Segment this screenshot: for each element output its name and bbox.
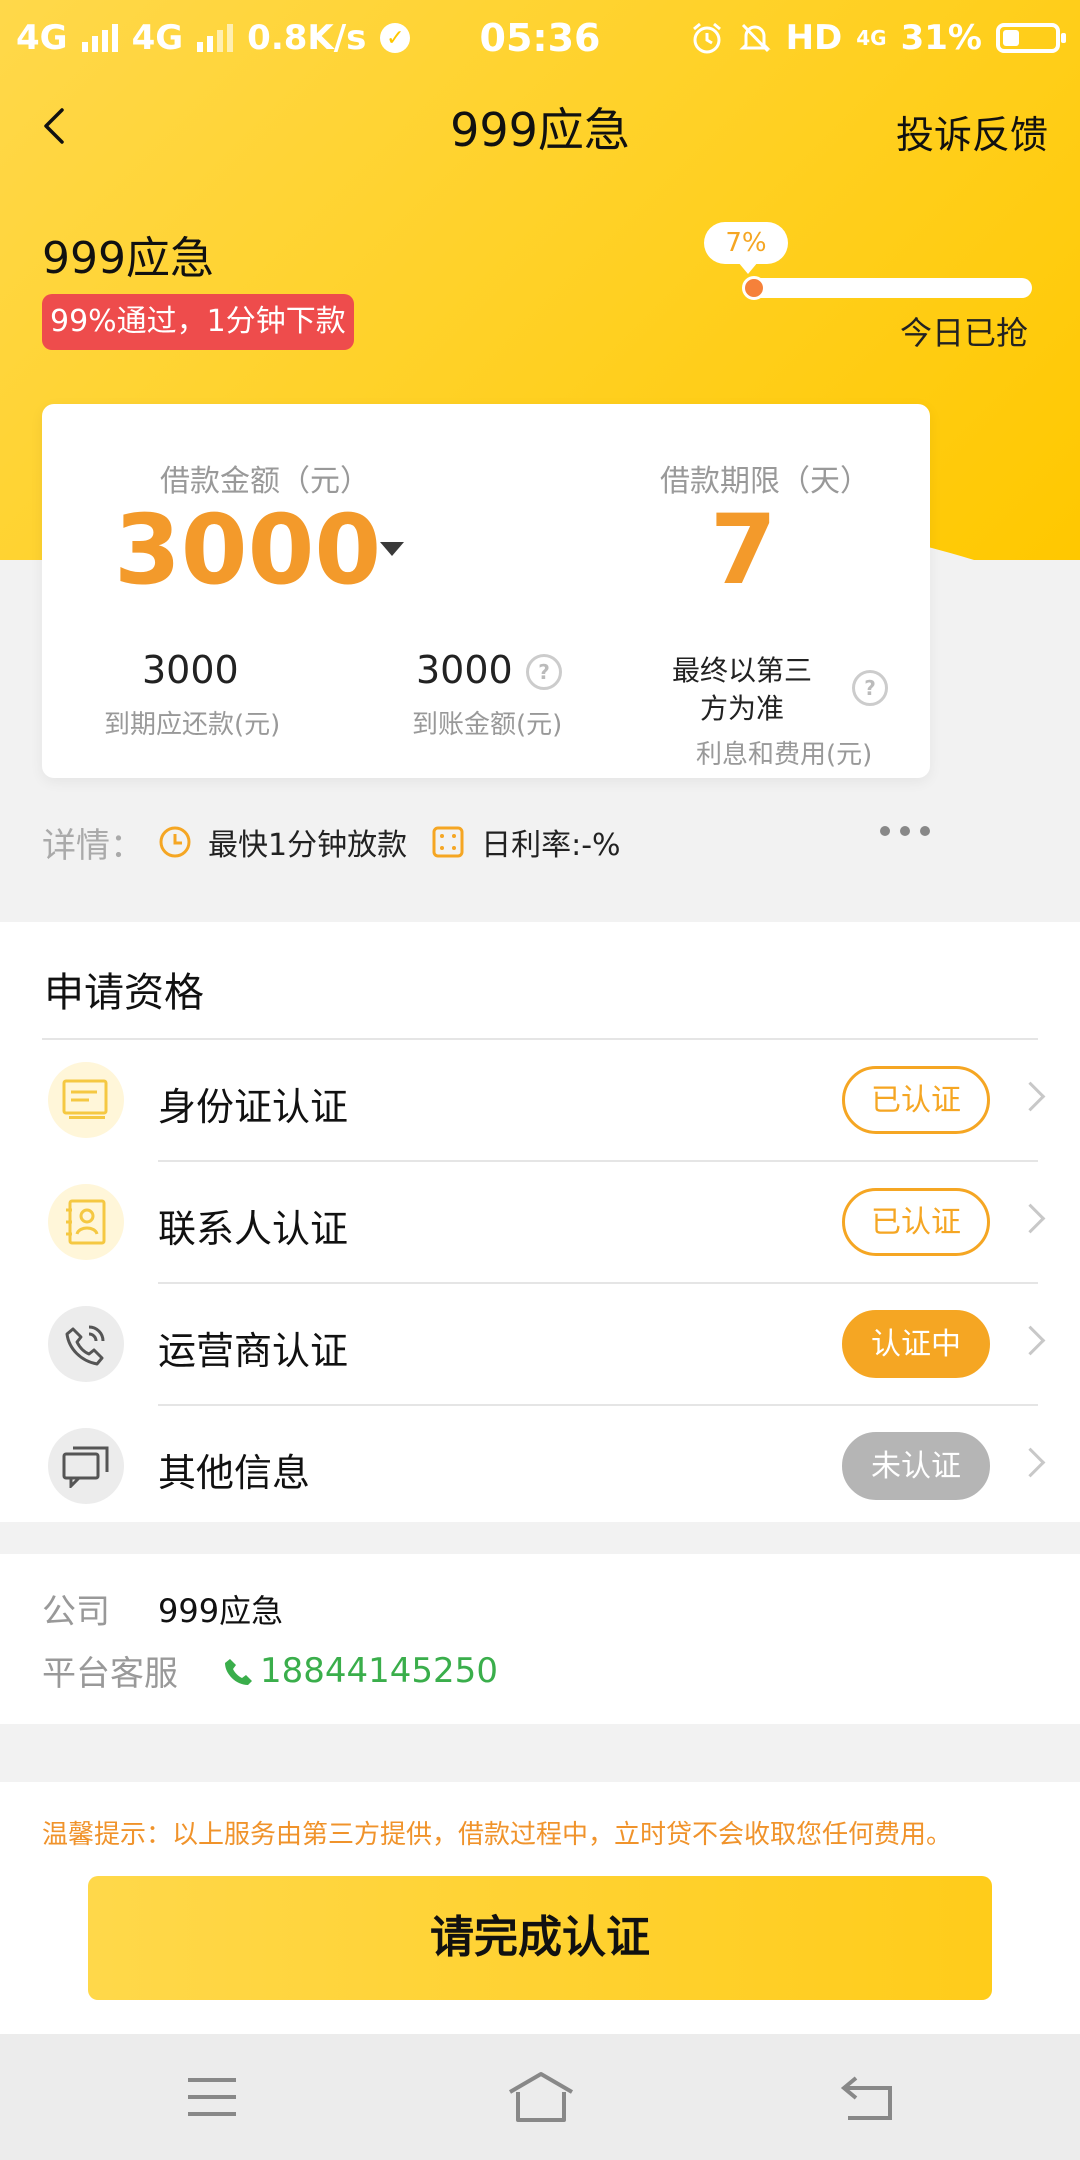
details-label: 详情： bbox=[42, 825, 144, 866]
service-row: 平台客服 18844145250 bbox=[42, 1646, 498, 1695]
qual-label: 联系人认证 bbox=[158, 1207, 349, 1251]
status-badge-verified: 已认证 bbox=[842, 1066, 990, 1134]
battery-icon bbox=[996, 23, 1066, 53]
qualification-title: 申请资格 bbox=[44, 970, 204, 1016]
daily-rate-item: 日利率:-% bbox=[431, 820, 621, 864]
received-help-icon[interactable]: ? bbox=[526, 654, 562, 690]
qual-row-id-card[interactable]: 身份证认证 已认证 bbox=[0, 1040, 1080, 1162]
home-icon[interactable] bbox=[506, 2070, 576, 2124]
nav-bar: 999应急 投诉反馈 bbox=[0, 76, 1080, 180]
qualification-section: 申请资格 身份证认证 已认证 联系人认证 已认证 运营商认证 认证中 其他信息 … bbox=[0, 922, 1080, 1522]
status-badge-verifying: 认证中 bbox=[842, 1310, 990, 1378]
fee-note: 最终以第三方为准 bbox=[671, 654, 812, 725]
product-name: 999应急 bbox=[42, 233, 214, 284]
status-right: HD 4G 31% bbox=[690, 18, 1066, 58]
chevron-right-icon bbox=[1015, 1081, 1046, 1112]
company-info-section: 公司 999应急 平台客服 18844145250 bbox=[0, 1554, 1080, 1724]
progress-percent-bubble: 7% bbox=[704, 222, 788, 274]
loan-summary-card: 借款金额（元） 3000 借款期限（天） 7 3000 到期应还款(元) 300… bbox=[42, 404, 930, 778]
repay-amount-value: 3000 bbox=[142, 648, 239, 692]
loan-term-value: 7 bbox=[710, 494, 777, 606]
progress-caption: 今日已抢 bbox=[899, 314, 1028, 352]
id-card-icon bbox=[48, 1062, 124, 1138]
qual-label: 其他信息 bbox=[158, 1451, 311, 1495]
status-bar: 4G 4G 0.8K/s ✓ 05:36 HD 4G 31% bbox=[0, 0, 1080, 76]
grab-progress-bar bbox=[742, 276, 1032, 300]
fee-label: 利息和费用(元) bbox=[696, 740, 873, 770]
company-label: 公司 bbox=[42, 1592, 110, 1632]
progress-dot bbox=[742, 276, 766, 300]
received-amount-value: 3000 bbox=[416, 648, 513, 692]
phone-call-icon bbox=[225, 1658, 252, 1685]
network-type-3: 4G bbox=[856, 26, 887, 50]
service-phone-link[interactable]: 18844145250 bbox=[224, 1651, 498, 1691]
service-phone-number: 18844145250 bbox=[260, 1650, 498, 1691]
received-amount-label: 到账金额(元) bbox=[412, 710, 563, 740]
menu-icon[interactable] bbox=[182, 2070, 242, 2124]
clock-icon bbox=[159, 826, 191, 858]
qual-row-other[interactable]: 其他信息 未认证 bbox=[0, 1406, 1080, 1528]
qual-row-contacts[interactable]: 联系人认证 已认证 bbox=[0, 1162, 1080, 1284]
hd-indicator: HD bbox=[785, 18, 843, 58]
status-badge-verified: 已认证 bbox=[842, 1188, 990, 1256]
fast-loan-text: 最快1分钟放款 bbox=[208, 828, 408, 863]
back-nav-icon[interactable] bbox=[838, 2070, 898, 2124]
complaint-feedback-link[interactable]: 投诉反馈 bbox=[896, 104, 1048, 159]
qual-label: 身份证认证 bbox=[158, 1085, 349, 1129]
repay-amount-label: 到期应还款(元) bbox=[104, 710, 281, 740]
status-badge-unverified: 未认证 bbox=[842, 1432, 990, 1500]
chat-icon bbox=[48, 1428, 124, 1504]
warm-tip: 温馨提示：以上服务由第三方提供，借款过程中，立时贷不会收取您任何费用。 bbox=[42, 1820, 953, 1850]
qual-row-carrier[interactable]: 运营商认证 认证中 bbox=[0, 1284, 1080, 1406]
chevron-right-icon bbox=[1015, 1325, 1046, 1356]
complete-verification-button[interactable]: 请完成认证 bbox=[88, 1876, 992, 2000]
alarm-icon bbox=[692, 22, 721, 54]
chevron-right-icon bbox=[1015, 1203, 1046, 1234]
contact-card-icon bbox=[48, 1184, 124, 1260]
company-row: 公司 999应急 bbox=[42, 1584, 283, 1633]
mute-bell-icon bbox=[738, 23, 771, 53]
pass-rate-badge: 99%通过，1分钟下款 bbox=[42, 294, 354, 350]
service-label: 平台客服 bbox=[42, 1654, 178, 1694]
company-value: 999应急 bbox=[158, 1591, 284, 1630]
daily-rate-text: 日利率:-% bbox=[481, 828, 621, 863]
chevron-right-icon bbox=[1015, 1447, 1046, 1478]
calculator-icon bbox=[432, 826, 464, 858]
system-nav-bar bbox=[0, 2034, 1080, 2160]
fee-help-icon[interactable]: ? bbox=[852, 670, 888, 706]
phone-icon bbox=[48, 1306, 124, 1382]
fast-loan-item: 最快1分钟放款 bbox=[158, 820, 407, 864]
amount-dropdown-icon[interactable] bbox=[380, 542, 404, 556]
more-dots-icon[interactable] bbox=[880, 826, 930, 836]
qual-label: 运营商认证 bbox=[158, 1329, 349, 1373]
battery-percent: 31% bbox=[900, 18, 982, 58]
loan-amount-value[interactable]: 3000 bbox=[114, 494, 381, 606]
details-row: 详情： 最快1分钟放款 日利率:-% bbox=[42, 812, 1042, 872]
